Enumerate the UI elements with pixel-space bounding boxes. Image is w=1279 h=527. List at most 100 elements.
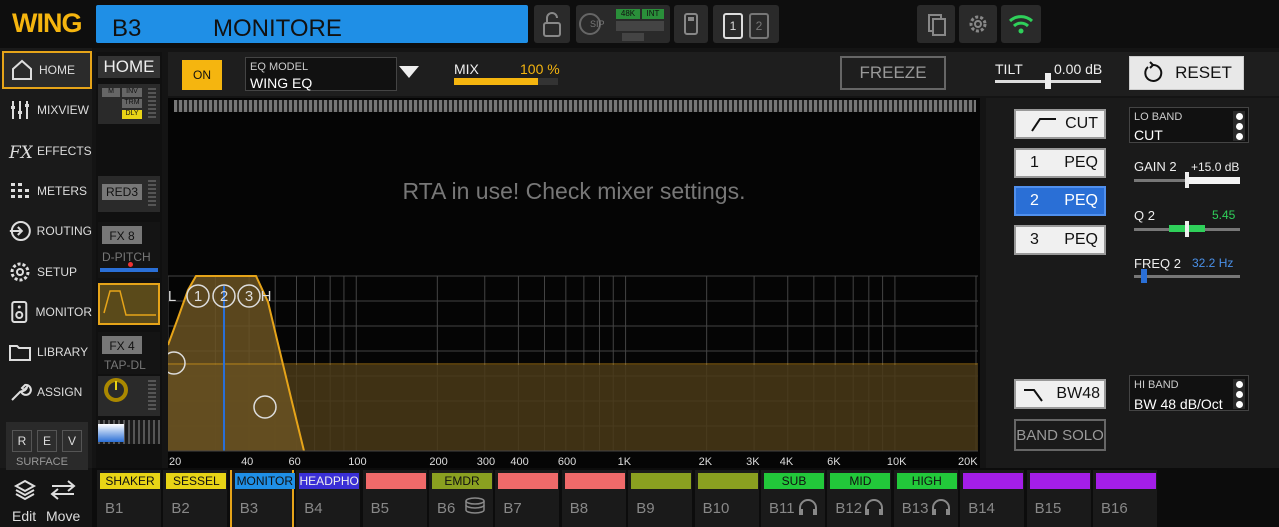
move-icon[interactable] (48, 480, 78, 500)
channel-b1[interactable]: SHAKER B1 (97, 470, 161, 527)
page-selector[interactable]: 1 2 (713, 5, 779, 43)
band-button-number: 2 (1030, 192, 1039, 209)
band-button-3[interactable]: 3 PEQ (1014, 224, 1106, 255)
hi-band-button-label: BW48 (1056, 385, 1100, 402)
sidebar-item-meters[interactable]: METERS (2, 172, 92, 210)
freq-tick-label: 600 (557, 456, 577, 468)
eq-model-label: EQ MODEL (250, 61, 309, 73)
channel-b9[interactable]: B9 (628, 470, 693, 527)
surface-e-button[interactable]: E (37, 430, 57, 452)
speaker-icon (11, 300, 28, 323)
channel-b7[interactable]: B7 (495, 470, 560, 527)
lock-button[interactable] (534, 5, 570, 43)
wing-logo[interactable]: WING (12, 8, 82, 39)
eq-curve-graph[interactable]: L 1 23H (168, 272, 980, 472)
channel-b8[interactable]: B8 (561, 470, 626, 527)
sync-status[interactable]: SIP 48K INT (576, 5, 670, 43)
hi-band-select[interactable]: HI BAND BW 48 dB/Oct (1129, 375, 1249, 412)
stack-icon (465, 497, 485, 514)
channel-b4[interactable]: HEADPHO B4 (296, 470, 361, 527)
freeze-button[interactable]: FREEZE (840, 56, 946, 90)
channel-tag: SESSEL (166, 473, 227, 489)
folder-icon (9, 345, 31, 362)
inv-badge: INV (122, 88, 142, 97)
sidebar-item-routing[interactable]: ROUTING (2, 212, 92, 250)
sidebar-item-label: ASSIGN (37, 385, 83, 400)
freq-tick-label: 10K (886, 456, 907, 468)
sidebar-item-setup[interactable]: SETUP (2, 253, 92, 291)
gain-knob-strip[interactable] (98, 376, 160, 416)
q-slider-thumb[interactable] (1185, 221, 1189, 237)
channel-b6[interactable]: EMDR B6 (429, 470, 493, 527)
gain-slider-thumb[interactable] (1185, 172, 1189, 188)
eq-on-button[interactable]: ON (182, 60, 222, 90)
band-button-number: 1 (1030, 153, 1039, 171)
channel-b15[interactable]: B15 (1026, 470, 1091, 527)
sidebar-item-assign[interactable]: ASSIGN (2, 373, 92, 411)
page-1-button[interactable]: 1 (723, 13, 743, 39)
dyn-strip[interactable]: RED3 (98, 176, 160, 212)
channel-tag: MONITOR (234, 473, 295, 489)
settings-button[interactable] (959, 5, 997, 43)
fx4-slot[interactable]: FX 4 TAP-DL (98, 332, 160, 374)
sidebar-item-home[interactable]: HOME (2, 51, 92, 89)
edit-icon[interactable] (12, 478, 38, 502)
band-button-2[interactable]: 2 PEQ (1014, 186, 1106, 216)
input-strip[interactable]: M INV TRM DLY (98, 84, 160, 124)
band-button-lo[interactable]: CUT (1014, 109, 1106, 139)
sidebar-item-label: SETUP (37, 264, 78, 279)
sidebar-item-label: METERS (37, 183, 88, 198)
channel-b2[interactable]: SESSEL B2 (163, 470, 228, 527)
freq-slider-thumb[interactable] (1141, 269, 1147, 283)
page-2-button[interactable]: 2 (749, 13, 769, 39)
reset-button[interactable]: RESET (1129, 56, 1244, 90)
channel-b3[interactable]: MONITOR B3 (229, 470, 295, 527)
dot (1236, 381, 1243, 388)
lo-band-select[interactable]: LO BAND CUT (1129, 107, 1249, 143)
wifi-button[interactable] (1001, 5, 1041, 43)
eq-model-select[interactable]: EQ MODEL WING EQ (245, 57, 397, 91)
band-marker-label: 2 (220, 288, 228, 305)
sidebar-item-label: ROUTING (36, 224, 92, 239)
channel-id-label: B16 (1101, 500, 1128, 517)
tilt-slider-thumb[interactable] (1045, 73, 1051, 89)
channel-b14[interactable]: B14 (960, 470, 1025, 527)
surface-panel[interactable]: R E V SURFACE (6, 422, 88, 470)
eq-model-value: WING EQ (250, 75, 313, 91)
channel-tag (1029, 473, 1090, 489)
mix-slider-fill (454, 78, 538, 85)
band-button-1[interactable]: 1 PEQ (1014, 147, 1106, 178)
sidebar-item-monitor[interactable]: MONITOR (2, 293, 92, 331)
surface-v-button[interactable]: V (62, 430, 82, 452)
channel-tag: HEADPHO (299, 473, 360, 489)
channel-b16[interactable]: B16 (1093, 470, 1157, 527)
lock-icon (543, 12, 561, 37)
sidebar-item-library[interactable]: LIBRARY (2, 333, 92, 371)
sidebar-item-mixview[interactable]: MIXVIEW (2, 91, 92, 129)
freq-slider[interactable] (1134, 275, 1240, 278)
channel-b11[interactable]: SUB B11 (761, 470, 825, 527)
mix-slider[interactable] (454, 78, 558, 85)
channel-b13[interactable]: HIGH B13 (893, 470, 958, 527)
channel-id-label: B2 (171, 500, 190, 517)
edit-label: Edit (12, 508, 37, 524)
channel-b10[interactable]: B10 (694, 470, 759, 527)
hi-band-button[interactable]: BW48 (1014, 379, 1106, 409)
channel-b12[interactable]: MID B12 (827, 470, 892, 527)
channel-name-bar[interactable]: B3 MONITORE (96, 5, 528, 43)
channel-b5[interactable]: B5 (362, 470, 427, 527)
usb-button[interactable] (674, 5, 708, 43)
eq-slot[interactable] (98, 283, 160, 325)
band-solo-button[interactable]: BAND SOLO (1014, 419, 1106, 451)
headphone-icon (931, 499, 950, 515)
chevron-down-icon[interactable] (397, 64, 421, 80)
surface-r-button[interactable]: R (12, 430, 32, 452)
home-tab[interactable]: HOME (98, 56, 160, 78)
dot (1236, 123, 1243, 130)
copy-button[interactable] (917, 5, 955, 43)
channel-tag: HIGH (896, 473, 957, 489)
freq-value: 32.2 Hz (1192, 256, 1234, 270)
fx8-slot[interactable]: FX 8 D-PITCH (98, 222, 160, 278)
sidebar-item-effects[interactable]: FX EFFECTS (2, 132, 92, 170)
dyn-meter (148, 180, 156, 208)
